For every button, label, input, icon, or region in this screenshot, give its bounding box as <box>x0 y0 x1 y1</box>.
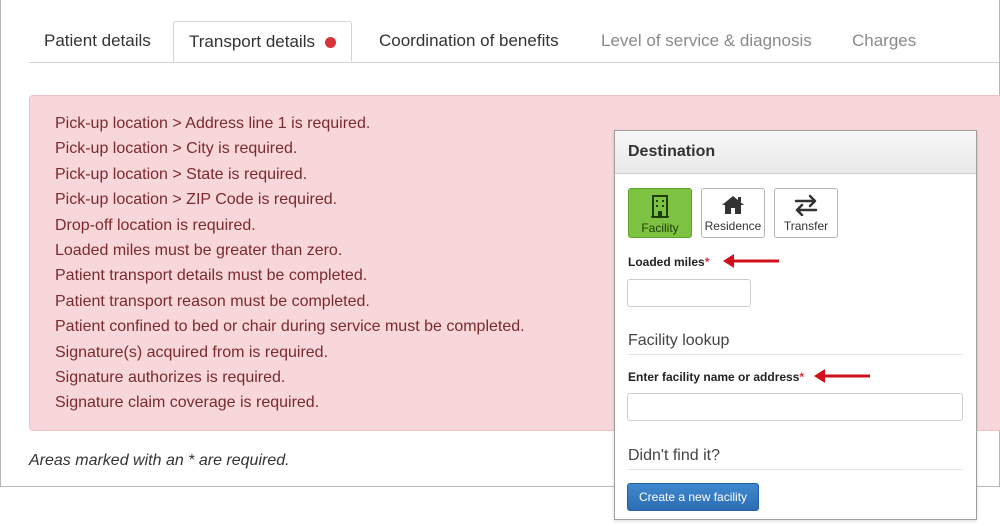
error-item: Signature authorizes is required. <box>55 368 286 386</box>
error-item: Pick-up location > ZIP Code is required. <box>55 191 338 209</box>
didnt-find-heading: Didn't find it? <box>628 447 963 470</box>
required-asterisk: * <box>704 255 710 269</box>
error-item: Drop-off location is required. <box>55 216 256 234</box>
error-item: Patient transport reason must be complet… <box>55 292 370 310</box>
error-item: Patient transport details must be comple… <box>55 267 368 285</box>
error-item: Patient confined to bed or chair during … <box>55 318 525 336</box>
loaded-miles-label: Loaded miles* <box>628 255 710 269</box>
swap-arrows-icon <box>794 194 818 216</box>
error-item: Loaded miles must be greater than zero. <box>55 241 343 259</box>
error-item: Signature claim coverage is required. <box>55 394 320 412</box>
tab-charges[interactable]: Charges <box>852 21 916 62</box>
destination-panel: Destination Facility Residence Transfer … <box>614 130 977 520</box>
required-asterisk: * <box>799 370 805 384</box>
facility-type-button[interactable]: Facility <box>628 188 692 238</box>
tab-transport-details[interactable]: Transport details <box>173 21 352 62</box>
error-indicator-dot <box>324 37 336 48</box>
house-icon <box>722 196 744 214</box>
tab-bar: Patient details Transport details Coordi… <box>29 21 999 63</box>
annotation-arrow-icon <box>814 369 870 383</box>
error-item: Pick-up location > Address line 1 is req… <box>55 115 371 132</box>
facility-search-label: Enter facility name or address* <box>628 370 805 384</box>
transfer-type-button[interactable]: Transfer <box>774 188 838 238</box>
facility-search-input[interactable] <box>627 393 963 421</box>
tab-coordination-of-benefits[interactable]: Coordination of benefits <box>379 21 559 62</box>
error-list: Pick-up location > Address line 1 is req… <box>55 111 525 416</box>
facility-lookup-heading: Facility lookup <box>628 332 963 355</box>
loaded-miles-input[interactable] <box>627 279 751 307</box>
tab-patient-details[interactable]: Patient details <box>44 21 151 62</box>
destination-title: Destination <box>615 131 976 174</box>
create-facility-button[interactable]: Create a new facility <box>627 483 760 511</box>
required-fields-note: Areas marked with an * are required. <box>29 452 290 469</box>
annotation-arrow-icon <box>723 254 779 268</box>
error-item: Signature(s) acquired from is required. <box>55 343 329 361</box>
building-icon <box>651 195 669 218</box>
error-item: Pick-up location > City is required. <box>55 140 298 158</box>
tab-level-of-service[interactable]: Level of service & diagnosis <box>601 21 812 62</box>
residence-type-button[interactable]: Residence <box>701 188 765 238</box>
error-item: Pick-up location > State is required. <box>55 165 308 183</box>
